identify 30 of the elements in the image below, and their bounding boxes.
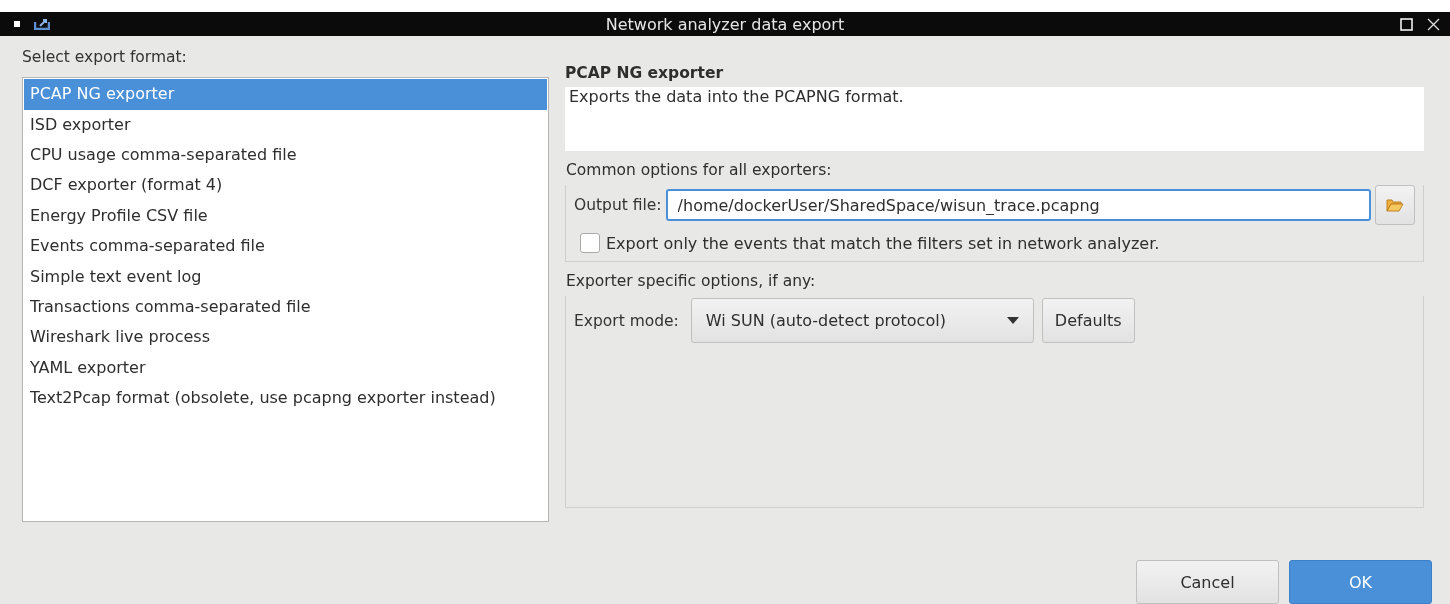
format-item[interactable]: YAML exporter (24, 352, 547, 384)
format-item[interactable]: CPU usage comma-separated file (24, 140, 547, 171)
format-item[interactable]: Transactions comma-separated file (24, 292, 547, 323)
list-label: Select export format: (22, 48, 188, 67)
format-item[interactable]: Wireshark live process (24, 322, 547, 353)
defaults-button[interactable]: Defaults (1041, 298, 1135, 344)
group-title: Exporter specific options, if any: (565, 272, 817, 291)
export-icon[interactable] (34, 18, 50, 31)
output-file-label: Output file: (574, 196, 662, 215)
cancel-button[interactable]: Cancel (1136, 560, 1279, 604)
exporter-title: PCAP NG exporter (565, 64, 725, 83)
filter-checkbox[interactable]: Export only the events that match the filters set in network analyzer. (566, 225, 1423, 262)
maximize-icon[interactable] (1400, 17, 1413, 31)
export-mode-dropdown[interactable]: Wi SUN (auto-detect protocol) (690, 298, 1034, 344)
export-mode-label: Export mode: (574, 311, 679, 330)
group-title: Common options for all exporters: (565, 161, 833, 180)
format-item[interactable]: ISD exporter (24, 109, 547, 141)
format-item[interactable]: DCF exporter (format 4) (24, 170, 547, 201)
checkbox[interactable] (580, 233, 600, 254)
caret-icon (1006, 317, 1019, 325)
exporter-description: Exports the data into the PCAPNG format. (565, 87, 1424, 152)
folder-icon (1386, 198, 1404, 213)
format-item[interactable]: Simple text event log (24, 261, 547, 292)
format-item[interactable]: Energy Profile CSV file (24, 200, 547, 232)
format-item[interactable]: Events comma-separated file (24, 231, 547, 262)
window-title: Network analyzer data export (604, 14, 846, 34)
output-file-field[interactable]: /home/dockerUser/SharedSpace/wisun_trace.pcapng (665, 189, 1371, 222)
format-item[interactable]: Text2Pcap format (obsolete, use pcapng exporter instead) (24, 383, 547, 414)
close-icon[interactable] (1427, 17, 1440, 31)
window-menu-icon[interactable] (14, 21, 20, 28)
